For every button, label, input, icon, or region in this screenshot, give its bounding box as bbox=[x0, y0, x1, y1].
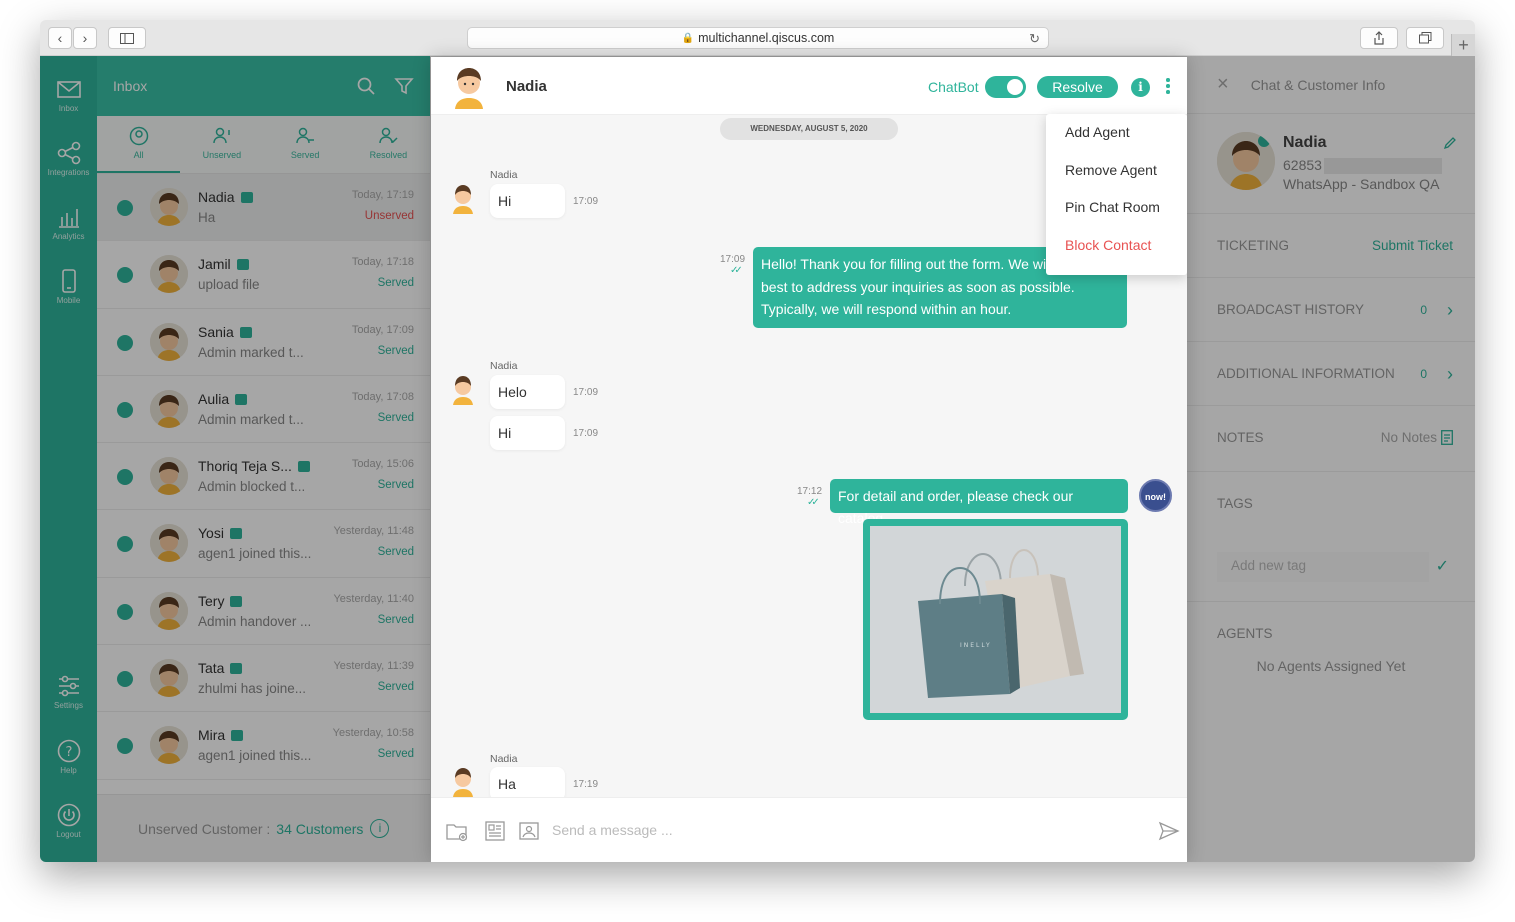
sender-name: Nadia bbox=[490, 753, 518, 765]
message-time: 17:09 bbox=[573, 196, 599, 207]
image-icon[interactable] bbox=[518, 820, 540, 842]
toggle-knob bbox=[1007, 79, 1023, 95]
message-time: 17:09 bbox=[720, 254, 746, 265]
menu-add-agent[interactable]: Add Agent bbox=[1046, 114, 1187, 152]
share-icon bbox=[1374, 31, 1384, 45]
sidebar-toggle-button[interactable] bbox=[108, 27, 146, 49]
sidebar-icon bbox=[120, 32, 134, 44]
bag-brand-text: INELLY bbox=[960, 642, 992, 649]
chevron-left-icon: ‹ bbox=[57, 30, 63, 46]
sender-name: Nadia bbox=[490, 169, 518, 181]
bot-avatar: now! bbox=[1139, 479, 1172, 512]
url-text: multichannel.qiscus.com bbox=[698, 31, 835, 45]
message-time: 17:12 bbox=[797, 486, 823, 497]
chevron-right-icon: › bbox=[82, 30, 88, 46]
catalog-image[interactable]: INELLY bbox=[870, 526, 1121, 713]
document-icon[interactable] bbox=[484, 820, 506, 842]
message-time: 17:19 bbox=[573, 779, 599, 790]
info-icon[interactable]: i bbox=[1131, 78, 1150, 97]
reload-icon[interactable]: ↻ bbox=[1029, 31, 1040, 47]
double-check-icon: ✓✓ bbox=[807, 497, 820, 508]
share-button[interactable] bbox=[1360, 27, 1398, 49]
chat-contact-name: Nadia bbox=[506, 78, 547, 95]
boy-avatar-icon bbox=[455, 68, 483, 109]
incoming-message[interactable]: Helo bbox=[490, 375, 565, 409]
folder-add-icon[interactable] bbox=[446, 820, 468, 842]
shopping-bags-image: INELLY bbox=[870, 526, 1121, 713]
send-icon[interactable] bbox=[1158, 820, 1180, 842]
forward-button[interactable]: › bbox=[73, 27, 97, 49]
plus-icon: + bbox=[1458, 34, 1469, 55]
lock-icon: 🔒 bbox=[681, 32, 695, 44]
message-composer: Send a message ... bbox=[431, 797, 1187, 862]
sender-name: Nadia bbox=[490, 360, 518, 372]
menu-pin-chat-room[interactable]: Pin Chat Room bbox=[1046, 189, 1187, 227]
message-input[interactable]: Send a message ... bbox=[552, 822, 673, 838]
date-separator: WEDNESDAY, AUGUST 5, 2020 bbox=[720, 118, 898, 140]
menu-block-contact[interactable]: Block Contact bbox=[1046, 227, 1187, 265]
resolve-button[interactable]: Resolve bbox=[1037, 76, 1118, 98]
browser-window: ‹ › 🔒 multichannel.qiscus.com ↻ + Inbox bbox=[40, 20, 1475, 862]
back-button[interactable]: ‹ bbox=[48, 27, 72, 49]
chatbot-label: ChatBot bbox=[928, 79, 979, 95]
tabs-icon bbox=[1418, 32, 1431, 44]
app: Inbox Integrations Analytics Mobile Sett… bbox=[40, 56, 1475, 862]
message-line: Typically, we will respond within an hou… bbox=[761, 301, 1012, 317]
message-time: 17:09 bbox=[573, 387, 599, 398]
chat-header: Nadia ChatBot Resolve i bbox=[431, 57, 1187, 115]
chatbot-toggle[interactable] bbox=[985, 76, 1026, 98]
menu-remove-agent[interactable]: Remove Agent bbox=[1046, 152, 1187, 190]
boy-avatar-icon bbox=[453, 768, 473, 797]
tabs-button[interactable] bbox=[1406, 27, 1444, 49]
double-check-icon: ✓✓ bbox=[730, 265, 743, 276]
address-bar[interactable]: 🔒 multichannel.qiscus.com ↻ bbox=[467, 27, 1049, 49]
browser-toolbar: ‹ › 🔒 multichannel.qiscus.com ↻ + bbox=[40, 20, 1475, 56]
incoming-message[interactable]: Ha bbox=[490, 767, 565, 801]
message-line: best to address your inquiries as soon a… bbox=[761, 278, 1075, 295]
image-message[interactable]: INELLY bbox=[863, 519, 1128, 720]
incoming-message[interactable]: Hi bbox=[490, 416, 565, 450]
outgoing-message[interactable]: For detail and order, please check our c… bbox=[830, 479, 1128, 526]
incoming-message[interactable]: Hi bbox=[490, 184, 565, 218]
boy-avatar-icon bbox=[453, 376, 473, 405]
chat-room: Nadia ChatBot Resolve i Add Agent Remove… bbox=[431, 57, 1187, 862]
message-time: 17:09 bbox=[573, 428, 599, 439]
more-vertical-icon[interactable] bbox=[1164, 78, 1172, 96]
chat-options-menu: Add Agent Remove Agent Pin Chat Room Blo… bbox=[1046, 114, 1187, 275]
boy-avatar-icon bbox=[453, 185, 473, 214]
new-tab-button[interactable]: + bbox=[1451, 34, 1475, 56]
